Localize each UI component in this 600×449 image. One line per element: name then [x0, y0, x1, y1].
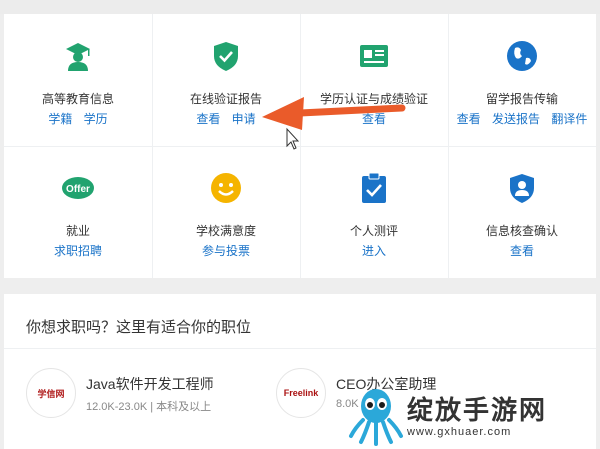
- jobs-divider: [4, 348, 596, 349]
- watermark-title: 绽放手游网: [407, 395, 548, 425]
- service-title: 学校满意度: [195, 224, 256, 238]
- service-study-abroad: 留学报告传输 查看 发送报告 翻译件: [448, 14, 596, 146]
- services-grid: 高等教育信息 学籍 学历 在线验证报告 查看 申请 学历认证与成绩验证 查看 留…: [4, 14, 596, 278]
- svg-text:Offer: Offer: [66, 184, 90, 195]
- link-view[interactable]: 查看: [510, 244, 534, 258]
- service-info-check: 信息核查确认 查看: [448, 146, 596, 278]
- service-title: 留学报告传输: [485, 92, 558, 106]
- section-gap: [0, 278, 600, 294]
- link-send-report[interactable]: 发送报告: [492, 112, 540, 126]
- smile-icon: [211, 173, 241, 203]
- certificate-icon: [360, 45, 388, 67]
- service-personal-test: 个人测评 进入: [300, 146, 448, 278]
- link-vote[interactable]: 参与投票: [202, 244, 250, 258]
- jobs-heading: 你想求职吗？这里有适合你的职位: [26, 319, 252, 336]
- service-degree-verification: 学历认证与成绩验证 查看: [300, 14, 448, 146]
- top-strip: [0, 0, 600, 14]
- globe-icon: [507, 41, 537, 71]
- clipboard-check-icon: [362, 172, 386, 203]
- link-apply[interactable]: 申请: [232, 112, 256, 126]
- service-online-report: 在线验证报告 查看 申请: [152, 14, 300, 146]
- octopus-logo-icon: [349, 389, 403, 446]
- service-title: 在线验证报告: [189, 92, 262, 106]
- link-view[interactable]: 查看: [457, 112, 481, 126]
- service-title: 就业: [65, 224, 90, 238]
- link-xueli[interactable]: 学历: [84, 112, 108, 126]
- company-logo: 学信网: [26, 368, 76, 418]
- company-logo: Freelink: [276, 368, 326, 418]
- job-card[interactable]: 学信网 Java软件开发工程师 12.0K-23.0K | 本科及以上: [26, 368, 266, 420]
- service-satisfaction: 学校满意度 参与投票: [152, 146, 300, 278]
- service-title: 学历认证与成绩验证: [319, 92, 428, 106]
- link-job-search[interactable]: 求职招聘: [54, 244, 102, 258]
- service-employment: Offer 就业 求职招聘: [4, 146, 152, 278]
- link-enter[interactable]: 进入: [362, 244, 386, 258]
- offer-icon: Offer: [62, 177, 94, 199]
- service-title: 信息核查确认: [485, 224, 558, 238]
- link-view[interactable]: 查看: [196, 112, 220, 126]
- watermark: 绽放手游网 www.gxhuaer.com: [345, 382, 600, 449]
- link-view[interactable]: 查看: [362, 112, 386, 126]
- service-title: 个人测评: [349, 224, 398, 238]
- link-xueji[interactable]: 学籍: [48, 112, 72, 126]
- link-translation[interactable]: 翻译件: [551, 112, 587, 126]
- service-higher-education: 高等教育信息 学籍 学历: [4, 14, 152, 146]
- job-meta: 12.0K-23.0K | 本科及以上: [86, 401, 212, 413]
- service-title: 高等教育信息: [41, 92, 114, 106]
- job-title[interactable]: Java软件开发工程师: [86, 374, 214, 394]
- services-panel: 高等教育信息 学籍 学历 在线验证报告 查看 申请 学历认证与成绩验证 查看 留…: [4, 14, 596, 278]
- watermark-url: www.gxhuaer.com: [407, 426, 512, 438]
- user-badge-icon: [510, 174, 534, 203]
- shield-check-icon: [214, 42, 238, 71]
- graduate-icon: [66, 43, 90, 71]
